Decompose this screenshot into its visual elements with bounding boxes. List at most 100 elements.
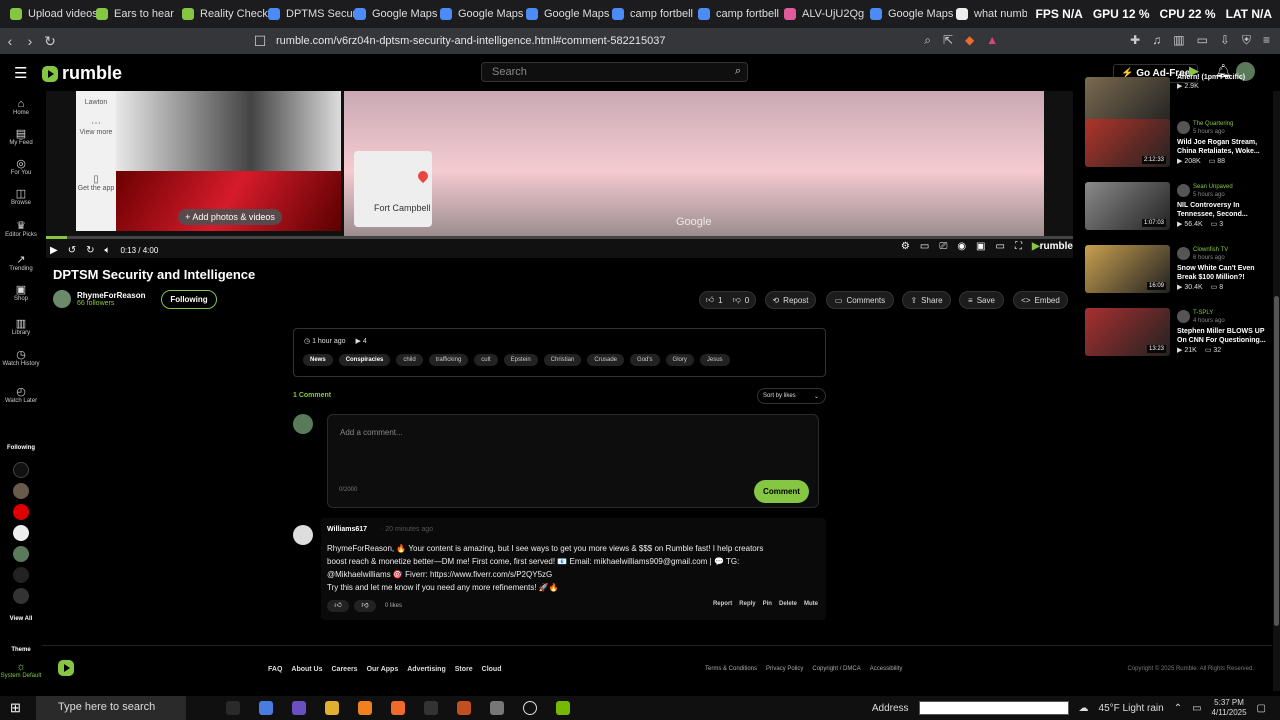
downloads-icon[interactable]: ⇩: [1220, 33, 1230, 48]
browser-tab[interactable]: DPTMS Securit: [258, 0, 362, 28]
submit-comment-button[interactable]: Comment: [754, 480, 809, 503]
related-video-card[interactable]: 13:23 T-SPLY 4 hours ago Stephen Miller BLO…: [1085, 308, 1266, 358]
tag-chip[interactable]: Jesus: [699, 354, 730, 366]
commenter-name[interactable]: Williams617: [327, 526, 367, 533]
address-toolbar-input[interactable]: [918, 701, 1069, 715]
sidebar-item-trending[interactable]: ↗ Trending: [0, 255, 42, 273]
comment-mute-button[interactable]: Mute: [804, 601, 818, 607]
clock[interactable]: 5:37 PM 4/11/2025: [1212, 698, 1247, 718]
related-video-title[interactable]: Ahern! (1pm Pacific): [1177, 73, 1269, 82]
bookmark-icon[interactable]: ☐: [250, 33, 270, 50]
tag-chip[interactable]: Crusade: [587, 354, 625, 366]
related-video-title[interactable]: Stephen Miller BLOWS UP On CNN For Quest…: [1177, 327, 1269, 345]
teams-icon[interactable]: [292, 701, 306, 715]
tag-chip[interactable]: cult: [474, 354, 498, 366]
video-thumbnail[interactable]: 2:12:33: [1085, 119, 1170, 167]
captions-icon[interactable]: ▭: [920, 241, 929, 252]
browser-tab[interactable]: ALV-UjU2Qg: [774, 0, 864, 28]
channel-avatar[interactable]: [1177, 184, 1190, 197]
related-video-title[interactable]: NIL Controversy In Tennessee, Second...: [1177, 201, 1269, 219]
fullscreen-icon[interactable]: ⛶: [1015, 241, 1022, 252]
browser-tab[interactable]: Ears to hear: [86, 0, 174, 28]
followed-channel-avatar[interactable]: [13, 504, 29, 520]
related-video-title[interactable]: Snow White Can't Even Break $100 Million…: [1177, 264, 1269, 282]
sidebar-item-watch-history[interactable]: ◷ Watch History: [0, 350, 42, 368]
related-video-card[interactable]: 2:12:33 The Quartering 5 hours ago Wild Joe…: [1085, 119, 1265, 169]
footer-link[interactable]: Our Apps: [367, 666, 399, 673]
channel-avatar[interactable]: [1177, 310, 1190, 323]
page-scrollbar[interactable]: [1273, 91, 1280, 691]
comment-pin-button[interactable]: Pin: [763, 601, 772, 607]
followed-channel-avatar[interactable]: [13, 483, 29, 499]
channel-avatar[interactable]: [53, 290, 71, 308]
footer-link[interactable]: Careers: [332, 666, 358, 673]
sort-dropdown[interactable]: Sort by likes ⌄: [757, 388, 826, 404]
tag-chip[interactable]: Glory: [665, 354, 694, 366]
extensions-icon[interactable]: ✚: [1130, 33, 1140, 48]
thumbs-down-icon[interactable]: 👎︎: [733, 295, 741, 305]
footer-legal-link[interactable]: Privacy Policy: [766, 666, 803, 672]
app-icon[interactable]: [490, 701, 504, 715]
media-player-icon[interactable]: [523, 701, 537, 715]
comment-report-button[interactable]: Report: [713, 601, 732, 607]
browser-tab[interactable]: Google Maps: [516, 0, 609, 28]
footer-legal-link[interactable]: Accessibility: [870, 666, 903, 672]
channel-avatar[interactable]: [1177, 247, 1190, 260]
browser-tab[interactable]: Google Maps: [860, 0, 953, 28]
footer-link[interactable]: Advertising: [407, 666, 446, 673]
tag-chip[interactable]: child: [396, 354, 423, 366]
sidebar-item-shop[interactable]: ▣ Shop: [0, 285, 42, 303]
footer-link[interactable]: Cloud: [482, 666, 502, 673]
sidebar-toggle-icon[interactable]: ▥: [1173, 33, 1184, 48]
tag-chip[interactable]: Epstein: [503, 354, 538, 366]
sidebar-item-watch-later[interactable]: ◴ Watch Later: [0, 387, 42, 405]
network-icon[interactable]: ▭: [1192, 703, 1201, 714]
volume-icon[interactable]: 🔈︎: [104, 245, 110, 256]
comment-downvote-button[interactable]: 👎︎: [354, 600, 376, 612]
notifications-icon[interactable]: ▢: [1257, 703, 1266, 714]
play-icon[interactable]: ▶: [50, 245, 58, 256]
search-icon[interactable]: ⌕: [735, 65, 741, 78]
tray-overflow-icon[interactable]: ⌃: [1174, 703, 1182, 714]
browser-tab[interactable]: Google Maps: [344, 0, 437, 28]
task-view-icon[interactable]: [226, 701, 240, 715]
file-explorer-icon[interactable]: [325, 701, 339, 715]
related-channel-name[interactable]: Clownfish TV: [1193, 247, 1228, 253]
view-all-link[interactable]: View All: [0, 616, 42, 623]
windows-start-icon[interactable]: ⊞: [10, 700, 21, 716]
reload-icon[interactable]: ↻: [40, 33, 60, 50]
browser-tab[interactable]: camp fortbell: [602, 0, 693, 28]
related-channel-name[interactable]: Sean Unpaved: [1193, 184, 1233, 190]
save-button[interactable]: ≡ Save: [959, 291, 1004, 309]
theater-icon[interactable]: ▭: [996, 241, 1005, 252]
url-field[interactable]: rumble.com/v6rz04n-dptsm-security-and-in…: [276, 35, 665, 47]
followed-channel-avatar[interactable]: [13, 525, 29, 541]
footer-legal-link[interactable]: Terms & Conditions: [705, 666, 757, 672]
vpn-icon[interactable]: ⛨: [1242, 33, 1251, 48]
channel-name[interactable]: RhymeForReason: [77, 291, 145, 300]
channel-info[interactable]: RhymeForReason 66 followers: [53, 290, 145, 308]
weather-text[interactable]: 45°F Light rain: [1099, 703, 1164, 714]
hamburger-icon[interactable]: ☰: [14, 64, 27, 82]
channel-avatar[interactable]: [1177, 121, 1190, 134]
brave-browser-icon[interactable]: [391, 701, 405, 715]
followed-channel-avatar[interactable]: [13, 546, 29, 562]
autoplay-icon[interactable]: ◉: [957, 241, 966, 252]
footer-link[interactable]: About Us: [291, 666, 322, 673]
taskbar-search[interactable]: Type here to search: [36, 696, 186, 720]
video-thumbnail[interactable]: 1:07:03: [1085, 182, 1170, 230]
comment-delete-button[interactable]: Delete: [779, 601, 797, 607]
zoom-icon[interactable]: ⌕: [924, 33, 931, 48]
comments-button[interactable]: ▭ Comments: [826, 291, 894, 309]
tag-chip[interactable]: Conspiracies: [338, 354, 391, 366]
browser-tab[interactable]: Google Maps: [430, 0, 523, 28]
thumbs-up-icon[interactable]: 👍︎: [706, 295, 714, 305]
video-progress-bar[interactable]: [46, 236, 1073, 239]
menu-icon[interactable]: ≡: [1263, 33, 1270, 48]
sidebar-item-for-you[interactable]: ◎ For You: [0, 159, 42, 177]
scrollbar-thumb[interactable]: [1274, 296, 1279, 626]
video-thumbnail[interactable]: 13:23: [1085, 308, 1170, 356]
related-channel-name[interactable]: The Quartering: [1193, 121, 1233, 127]
tag-chip[interactable]: News: [303, 354, 333, 366]
browser-tab[interactable]: Upload videos: [0, 0, 98, 28]
